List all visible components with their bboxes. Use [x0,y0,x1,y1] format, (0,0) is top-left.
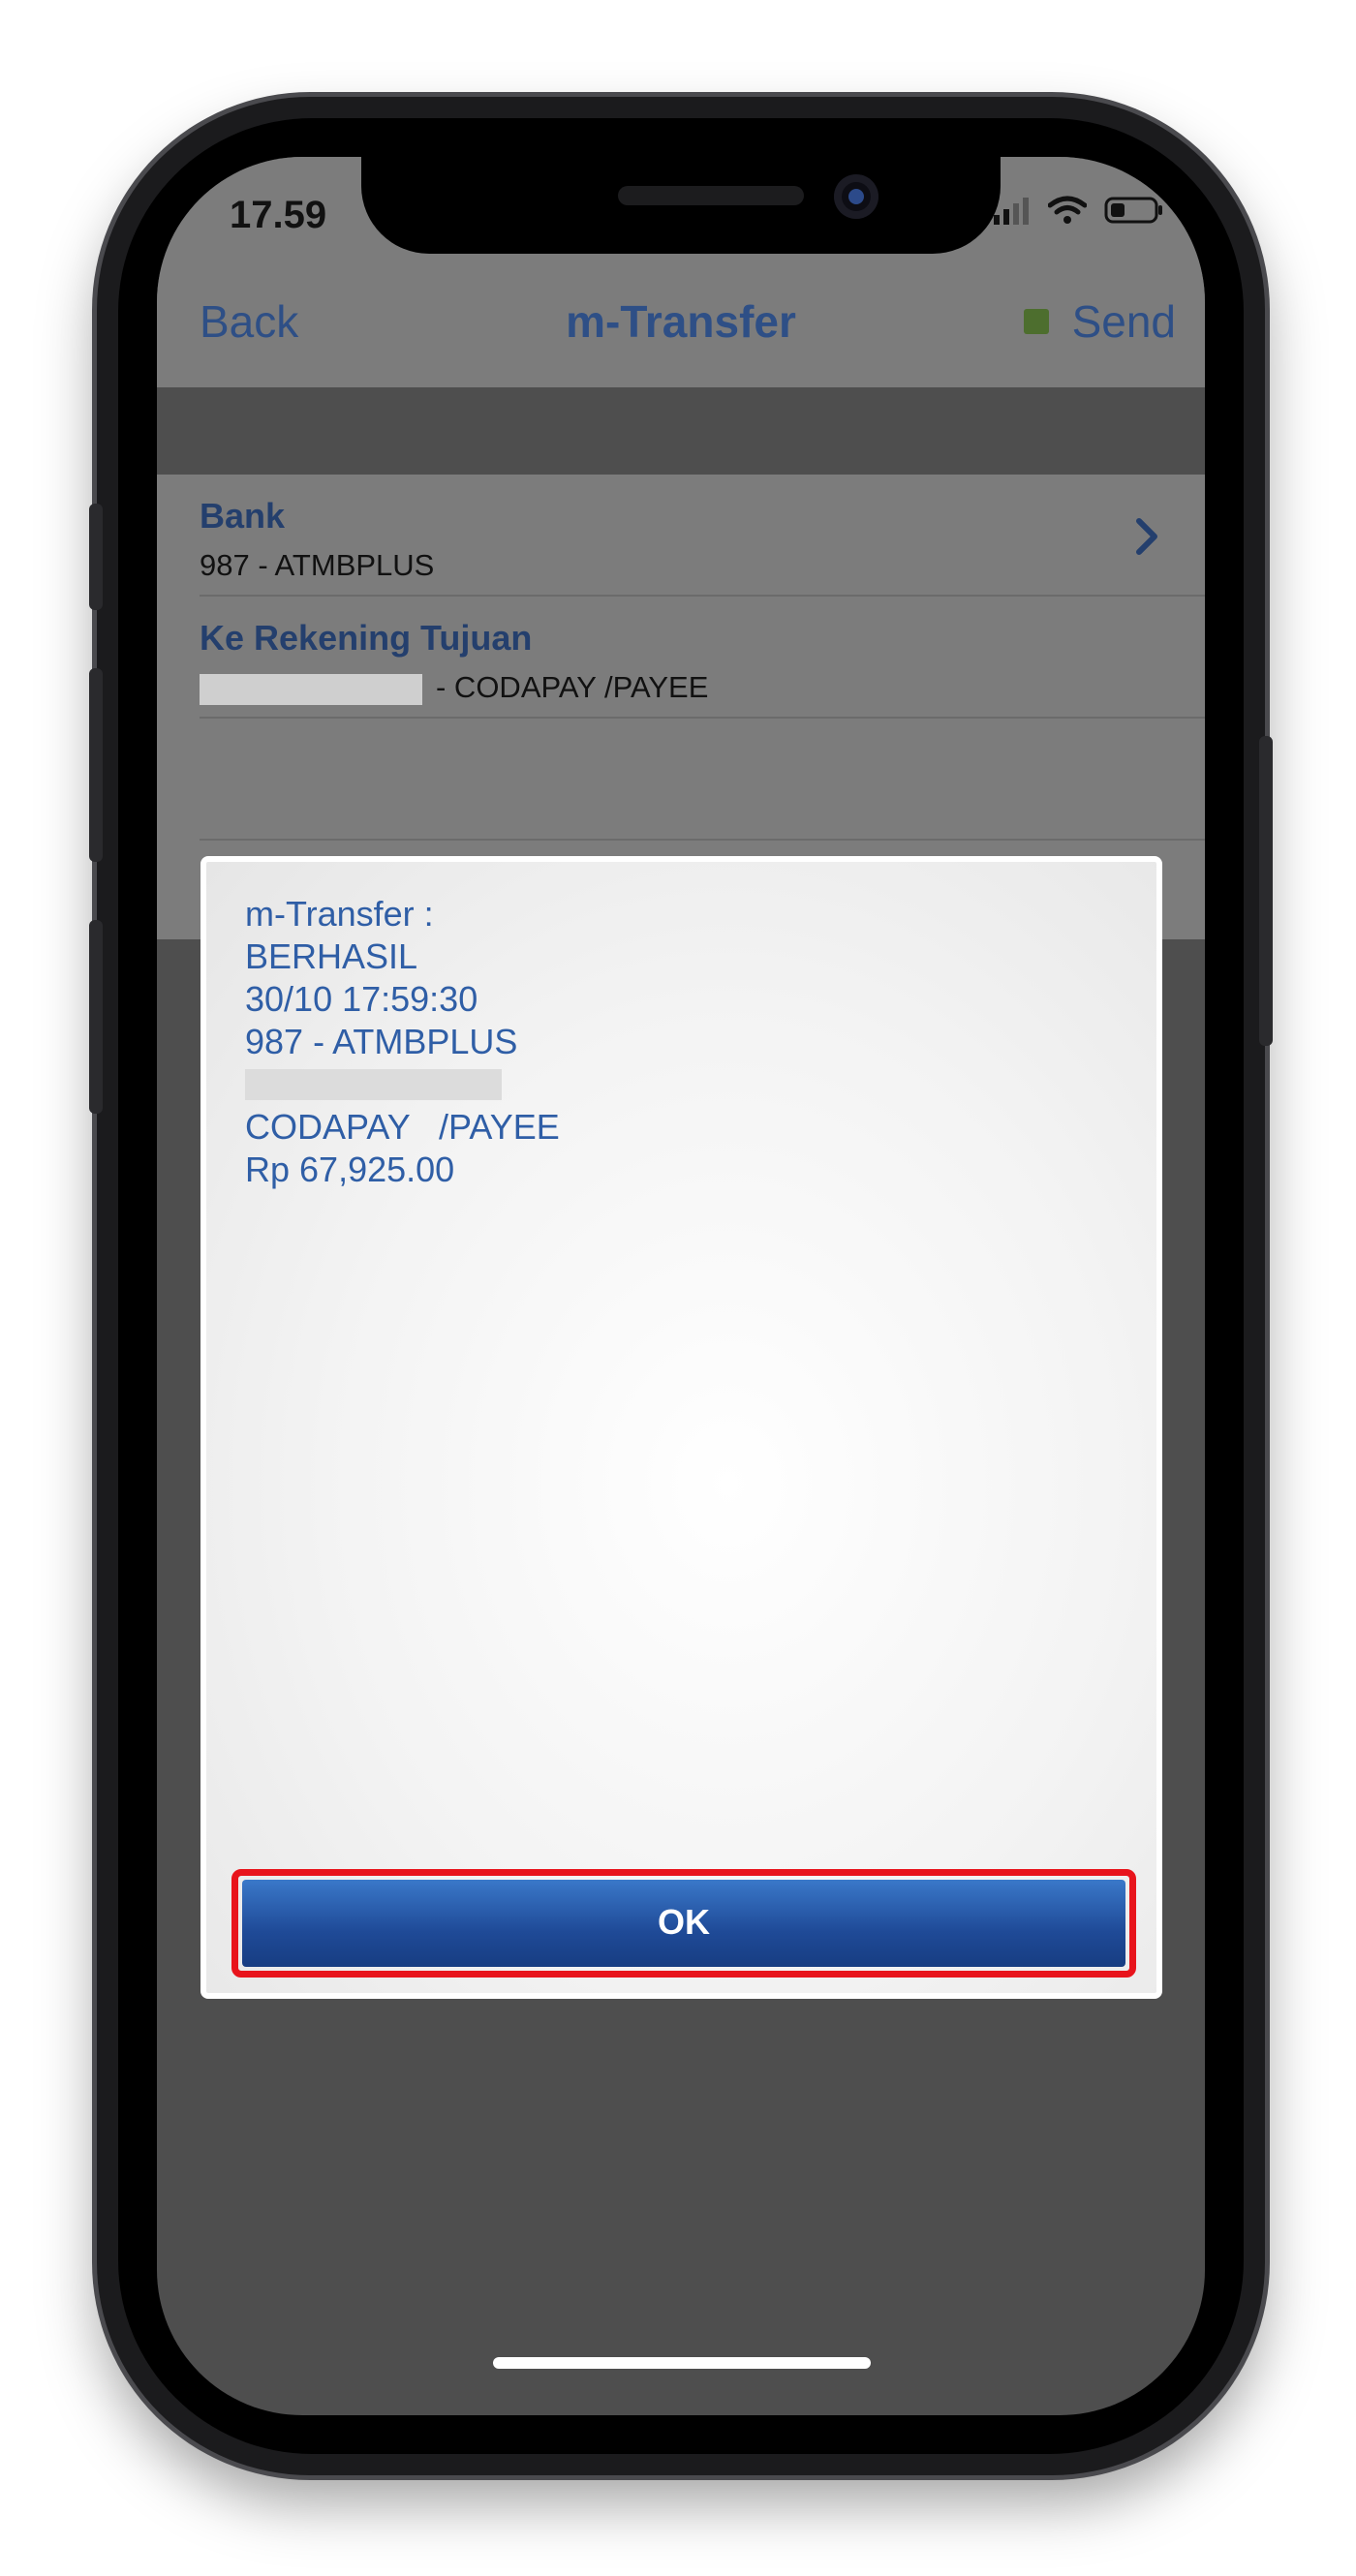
bank-row[interactable]: Bank 987 - ATMBPLUS [157,475,1205,597]
transfer-result-dialog: m-Transfer : BERHASIL 30/10 17:59:30 987… [200,856,1162,1999]
ok-button[interactable]: OK [242,1880,1125,1967]
status-icons [992,196,1164,225]
ok-button-highlight: OK [231,1869,1136,1978]
dialog-message: m-Transfer : BERHASIL 30/10 17:59:30 987… [245,893,560,1191]
bank-value: 987 - ATMBPLUS [200,548,435,582]
redacted-account-number [200,673,422,705]
power-button [1259,736,1273,1046]
dialog-status: BERHASIL [245,936,418,976]
amount-row[interactable] [157,719,1205,841]
volume-up-button [89,668,103,862]
divider [200,839,1205,841]
destination-account-row[interactable]: Ke Rekening Tujuan - CODAPAY /PAYEE [157,597,1205,719]
destination-account-value: - CODAPAY /PAYEE [200,670,708,705]
bank-label: Bank [200,496,286,536]
section-spacer [157,387,1205,475]
phone-screen: 17.59 Back m-Transfer Send Bank 987 - AT… [157,157,1205,2415]
dialog-title: m-Transfer : [245,894,434,934]
send-button[interactable]: Send [1023,295,1176,348]
navigation-bar: Back m-Transfer Send [157,254,1205,387]
dialog-payee: CODAPAY /PAYEE [245,1107,560,1147]
wifi-icon [1048,196,1087,224]
silent-switch [89,504,103,610]
speaker-grille [618,186,804,205]
destination-account-label: Ke Rekening Tujuan [200,618,533,658]
home-indicator[interactable] [493,2357,871,2369]
dialog-datetime: 30/10 17:59:30 [245,979,478,1019]
volume-down-button [89,920,103,1114]
status-time: 17.59 [230,194,327,236]
front-camera [834,174,878,219]
send-indicator-icon [1023,309,1049,334]
notch [361,157,1001,254]
send-label: Send [1071,296,1176,347]
redacted-account-number [245,1069,502,1100]
chevron-right-icon [1136,518,1157,555]
destination-account-name: - CODAPAY /PAYEE [436,670,709,704]
dialog-amount: Rp 67,925.00 [245,1150,455,1189]
battery-icon [1104,197,1162,224]
dialog-bank: 987 - ATMBPLUS [245,1022,518,1061]
